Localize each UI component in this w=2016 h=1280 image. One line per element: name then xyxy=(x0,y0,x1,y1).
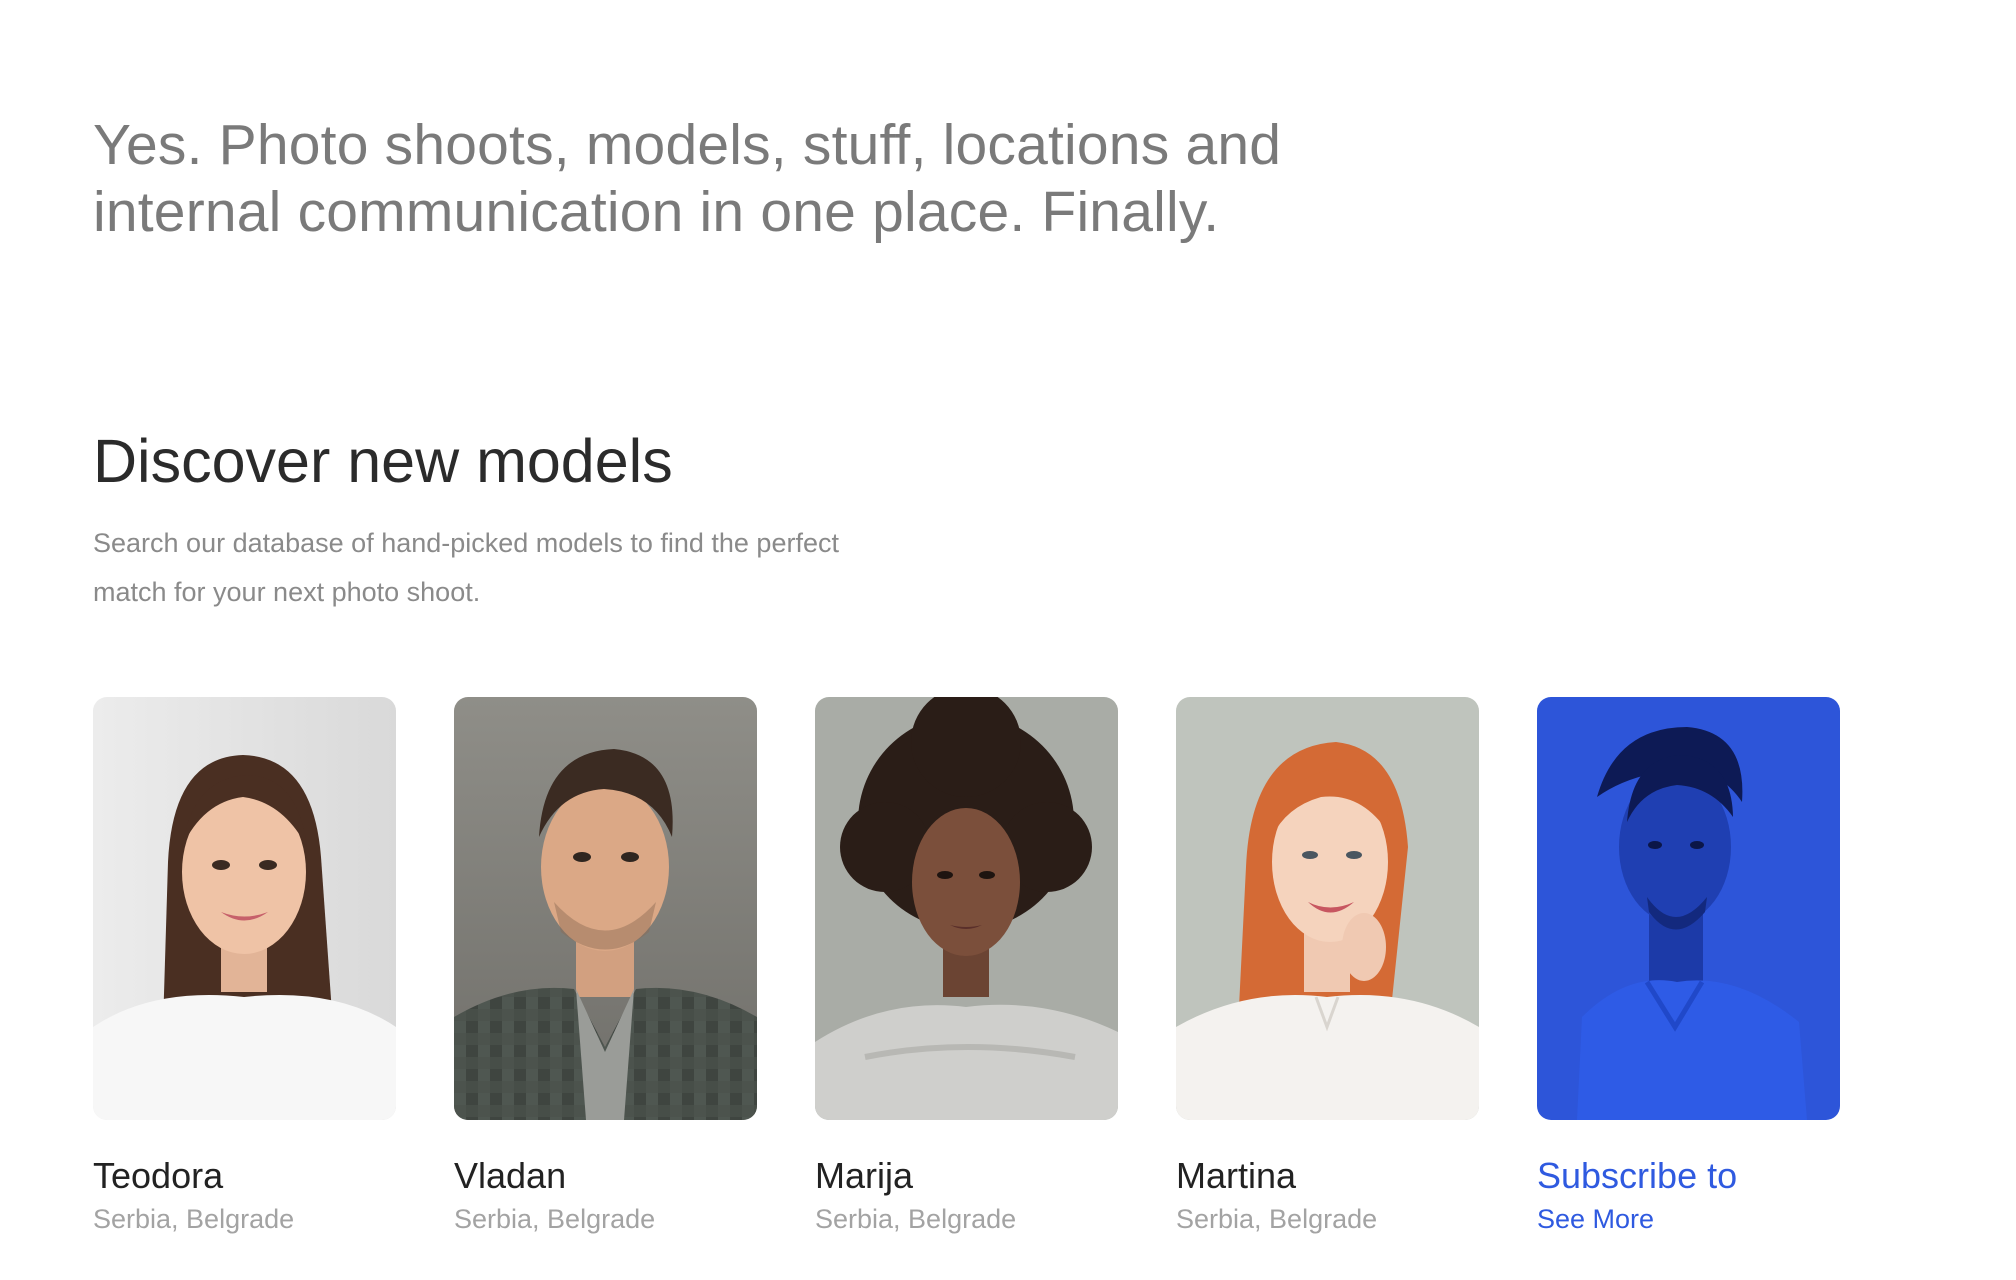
page: Yes. Photo shoots, models, stuff, locati… xyxy=(0,0,2016,1280)
model-photo[interactable] xyxy=(454,697,757,1120)
model-location: Serbia, Belgrade xyxy=(1176,1204,1378,1234)
portrait-woman-curly-hair xyxy=(815,697,1118,1120)
model-card-martina[interactable]: Martina Serbia, Belgrade xyxy=(1176,697,1479,1236)
model-location: Serbia, Belgrade xyxy=(454,1204,656,1234)
model-location: Serbia, Belgrade xyxy=(93,1204,295,1234)
see-more-link[interactable]: See More xyxy=(1537,1202,1840,1236)
model-cards: Teodora Serbia, Belgrade Vladan Serbia, … xyxy=(93,697,1840,1236)
portrait-woman-brown-hair xyxy=(93,697,396,1120)
subscribe-title[interactable]: Subscribe to xyxy=(1537,1154,1840,1198)
model-photo[interactable] xyxy=(1176,697,1479,1120)
portrait-man-blue-overlay xyxy=(1537,697,1840,1120)
model-name[interactable]: Teodora xyxy=(93,1154,396,1198)
model-card-marija[interactable]: Marija Serbia, Belgrade xyxy=(815,697,1118,1236)
model-name[interactable]: Vladan xyxy=(454,1154,757,1198)
portrait-man-checked-shirt xyxy=(454,697,757,1120)
model-location: Serbia, Belgrade xyxy=(815,1204,1017,1234)
section-title: Discover new models xyxy=(93,427,673,495)
portrait-woman-red-hair xyxy=(1176,697,1479,1120)
model-photo[interactable] xyxy=(93,697,396,1120)
model-photo[interactable] xyxy=(815,697,1118,1120)
subscribe-photo[interactable] xyxy=(1537,697,1840,1120)
subscribe-card[interactable]: Subscribe to See More xyxy=(1537,697,1840,1236)
model-card-teodora[interactable]: Teodora Serbia, Belgrade xyxy=(93,697,396,1236)
hero-tagline: Yes. Photo shoots, models, stuff, locati… xyxy=(93,113,1282,244)
model-name[interactable]: Marija xyxy=(815,1154,1118,1198)
model-card-vladan[interactable]: Vladan Serbia, Belgrade xyxy=(454,697,757,1236)
section-description: Search our database of hand-picked model… xyxy=(93,528,839,607)
model-name[interactable]: Martina xyxy=(1176,1154,1479,1198)
